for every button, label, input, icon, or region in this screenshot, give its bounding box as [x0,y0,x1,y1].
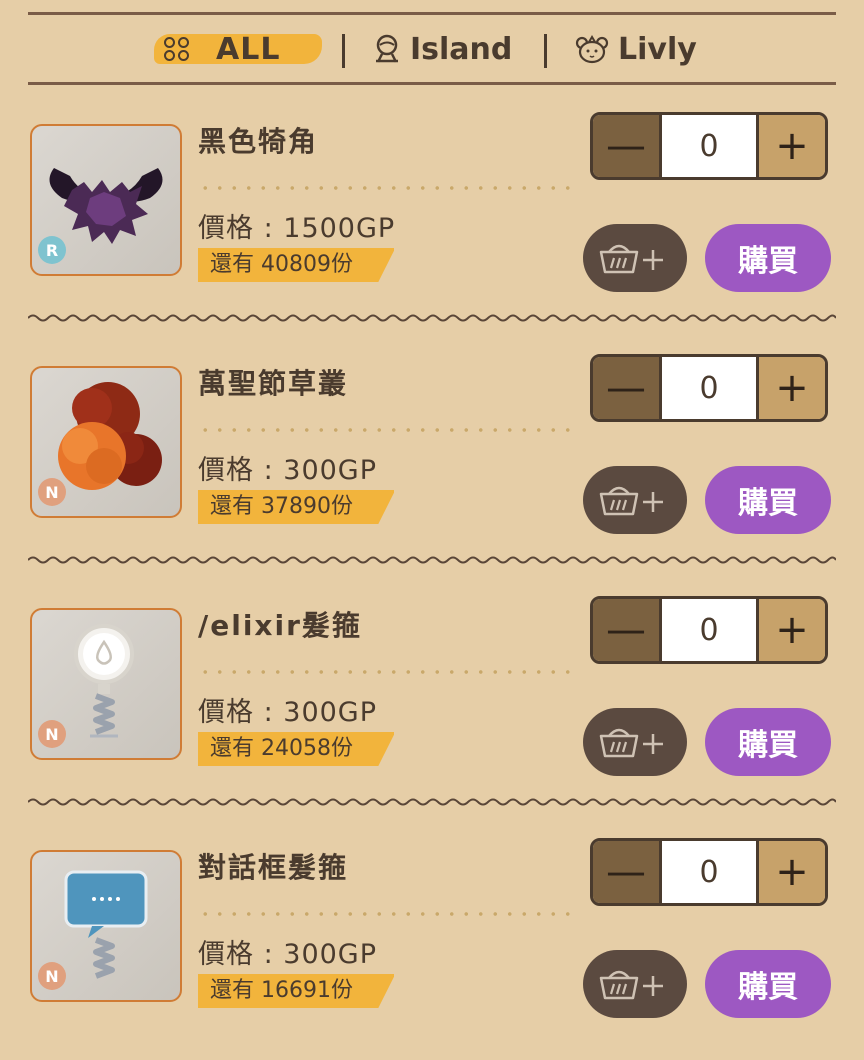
increment-button[interactable]: + [756,599,825,661]
tab-separator [342,34,345,68]
basket-plus-icon [599,244,663,274]
increment-button[interactable]: + [756,841,825,903]
add-to-cart-button[interactable] [583,466,687,534]
rarity-badge: N [38,478,66,506]
dotted-divider [198,670,574,674]
decrement-button[interactable]: — [593,599,662,661]
quantity-stepper: — 0 + [590,112,828,180]
quantity-value[interactable]: 0 [662,599,756,661]
wavy-divider [28,798,836,806]
tab-all[interactable]: ALL [154,28,326,70]
minus-icon: — [606,123,646,169]
plus-icon: + [775,123,809,169]
add-to-cart-button[interactable] [583,708,687,776]
dotted-divider [198,428,574,432]
item-price: 價格 : 300GP [198,455,378,486]
basket-plus-icon [599,970,663,1000]
quantity-value[interactable]: 0 [662,357,756,419]
item-name: /elixir髮箍 [198,609,362,642]
shop-item: N 萬聖節草叢 價格 : 300GP 還有 37890份 — 0 + 購買 [0,354,864,576]
wavy-divider [28,314,836,322]
item-price: 價格 : 300GP [198,939,378,970]
stock-badge: 還有 24058份 [198,732,394,766]
category-tabs: ALL Island Livly [28,12,836,86]
stock-badge: 還有 37890份 [198,490,394,524]
dotted-divider [198,912,574,916]
tab-separator [544,34,547,68]
item-thumbnail[interactable]: N [30,366,182,518]
plus-icon: + [775,849,809,895]
wavy-divider [28,556,836,564]
buy-button[interactable]: 購買 [705,950,831,1018]
tab-livly-label: Livly [618,31,697,67]
add-to-cart-button[interactable] [583,950,687,1018]
tab-island-label: Island [410,31,513,67]
increment-button[interactable]: + [756,357,825,419]
item-name: 對話框髮箍 [198,851,349,884]
buy-button[interactable]: 購買 [705,466,831,534]
buy-button[interactable]: 購買 [705,708,831,776]
item-thumbnail[interactable]: R [30,124,182,276]
stock-badge: 還有 16691份 [198,974,394,1008]
quantity-stepper: — 0 + [590,354,828,422]
island-icon [376,34,398,63]
quantity-stepper: — 0 + [590,596,828,664]
stock-badge: 還有 40809份 [198,248,394,282]
item-price: 價格 : 300GP [198,697,378,728]
rarity-badge: R [38,236,66,264]
minus-icon: — [606,849,646,895]
divider [28,82,836,85]
item-name: 黑色犄角 [198,125,319,158]
tab-island[interactable]: Island [372,28,512,70]
divider [28,12,836,15]
basket-plus-icon [599,728,663,758]
tab-livly[interactable]: Livly [574,28,697,70]
decrement-button[interactable]: — [593,115,662,177]
shop-item: N /elixir髮箍 價格 : 300GP 還有 24058份 — 0 + 購… [0,596,864,818]
item-price: 價格 : 1500GP [198,213,396,244]
quantity-stepper: — 0 + [590,838,828,906]
rarity-badge: N [38,720,66,748]
quantity-value[interactable]: 0 [662,115,756,177]
minus-icon: — [606,365,646,411]
item-name: 萬聖節草叢 [198,367,349,400]
shop-item: N 對話框髮箍 價格 : 300GP 還有 16691份 — 0 + 購買 [0,838,864,1060]
buy-button[interactable]: 購買 [705,224,831,292]
shop-item: R 黑色犄角 價格 : 1500GP 還有 40809份 — 0 + 購買 [0,112,864,334]
quantity-value[interactable]: 0 [662,841,756,903]
dotted-divider [198,186,574,190]
tab-all-label: ALL [216,31,281,67]
livly-face-icon [575,35,609,64]
item-thumbnail[interactable]: N [30,608,182,760]
rarity-badge: N [38,962,66,990]
decrement-button[interactable]: — [593,841,662,903]
plus-icon: + [775,607,809,653]
decrement-button[interactable]: — [593,357,662,419]
add-to-cart-button[interactable] [583,224,687,292]
increment-button[interactable]: + [756,115,825,177]
minus-icon: — [606,607,646,653]
grid-dots-icon [164,37,190,61]
basket-plus-icon [599,486,663,516]
plus-icon: + [775,365,809,411]
item-thumbnail[interactable]: N [30,850,182,1002]
